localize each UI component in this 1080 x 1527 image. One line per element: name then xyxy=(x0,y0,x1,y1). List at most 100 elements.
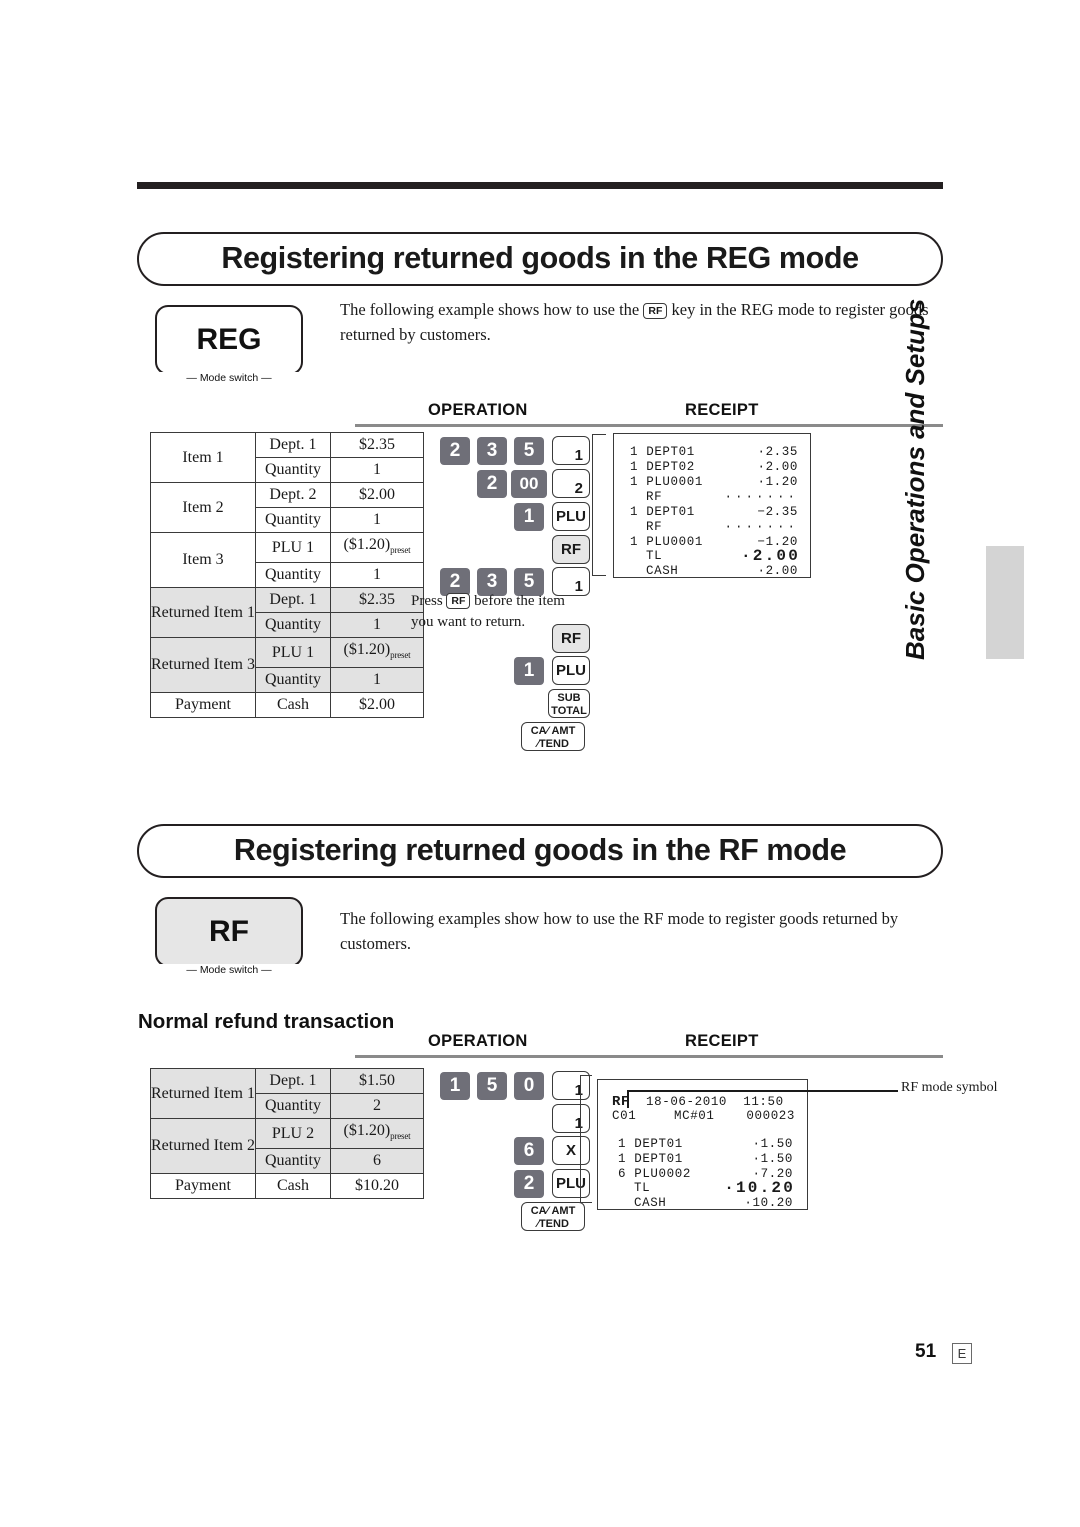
row-field: PLU 2 xyxy=(254,1117,331,1150)
mode-switch-label-rf: RF xyxy=(209,915,249,948)
row-value: 1 xyxy=(329,507,424,533)
operation-group-bracket-1 xyxy=(592,434,606,576)
row-field: PLU 1 xyxy=(254,531,331,564)
row-value: 1 xyxy=(329,612,424,639)
cash-amount-tender-key[interactable]: CA⁄ AMT ⁄TEND xyxy=(521,722,585,751)
mode-switch-reg: REG — Mode switch — xyxy=(155,305,303,384)
rf-key[interactable]: RF xyxy=(552,624,590,653)
mode-switch-caption-rf: — Mode switch — xyxy=(157,964,301,976)
receipt-amount: ·1.20 xyxy=(757,475,798,489)
receipt-machine-no: MC#01 xyxy=(674,1109,715,1123)
row-field: Quantity xyxy=(254,457,331,483)
row-value: $2.35 xyxy=(329,432,424,458)
numeric-key[interactable]: 6 xyxy=(514,1137,544,1165)
plu-key[interactable]: PLU xyxy=(552,502,590,531)
language-code-badge: E xyxy=(952,1343,972,1364)
table-row: Returned Item 1 Dept. 1 $1.50 xyxy=(150,1068,424,1119)
table-row: Returned Item 1 Dept. 1 $2.35 xyxy=(150,587,424,639)
section-banner-rf: Registering returned goods in the RF mod… xyxy=(137,824,943,878)
rf-key-inline-icon: RF xyxy=(446,593,471,609)
receipt-line: RF xyxy=(646,490,663,504)
numeric-key[interactable]: 5 xyxy=(514,437,544,465)
receipt-line: 1 PLU0001 xyxy=(630,535,703,549)
section-title-rf: Registering returned goods in the RF mod… xyxy=(233,833,847,867)
table-row: Returned Item 3 PLU 1 ($1.20)preset xyxy=(150,637,424,694)
receipt-amount: ·1.50 xyxy=(752,1137,793,1151)
row-field: Quantity xyxy=(254,562,331,589)
numeric-key[interactable]: 1 xyxy=(440,1072,470,1100)
receipt-amount: ·2.00 xyxy=(757,564,798,578)
table-row: Item 1 Dept. 1 $2.35 xyxy=(150,432,424,483)
row-field: PLU 1 xyxy=(254,637,331,669)
row-label: Returned Item 3 xyxy=(150,637,256,694)
row-field: Quantity xyxy=(254,612,331,639)
row-field: Dept. 1 xyxy=(254,432,331,458)
numeric-key[interactable]: 1 xyxy=(514,503,544,531)
receipt-clerk: C01 xyxy=(612,1109,637,1123)
receipt-line: CASH xyxy=(634,1196,667,1210)
receipt-panel-reg: 1 DEPT01 ·2.35 1 DEPT02 ·2.00 1 PLU0001 … xyxy=(613,433,811,578)
row-field: Dept. 1 xyxy=(254,1068,331,1094)
rf-key[interactable]: RF xyxy=(552,535,590,564)
section-banner-reg: Registering returned goods in the REG mo… xyxy=(137,232,943,286)
row-label: Item 2 xyxy=(150,482,256,533)
row-field: Dept. 1 xyxy=(254,587,331,614)
row-label: Payment xyxy=(150,692,256,719)
column-header-receipt-1: RECEIPT xyxy=(685,401,759,419)
top-divider-rule xyxy=(137,182,943,189)
plu-key[interactable]: PLU xyxy=(552,656,590,685)
column-header-rule-2 xyxy=(355,1055,943,1058)
table-row: Payment Cash $2.00 xyxy=(150,692,424,719)
intro-prefix-reg: The following example shows how to use t… xyxy=(340,300,640,319)
receipt-line: 1 PLU0001 xyxy=(630,475,703,489)
receipt-total-amount: ·10.20 xyxy=(724,1179,795,1197)
column-header-rule-1 xyxy=(355,424,943,427)
numeric-key[interactable]: 0 xyxy=(514,1072,544,1100)
numeric-key[interactable]: 2 xyxy=(514,1170,544,1198)
dept-key[interactable]: 2 xyxy=(552,469,590,498)
receipt-amount: −2.35 xyxy=(757,505,798,519)
section-intro-rf: The following examples show how to use t… xyxy=(340,909,899,953)
section-intro-reg: The following example shows how to use t… xyxy=(340,297,940,347)
mode-switch-caption-reg: — Mode switch — xyxy=(157,372,301,384)
receipt-amount: ·10.20 xyxy=(744,1196,793,1210)
receipt-total-amount: ·2.00 xyxy=(740,547,800,565)
receipt-amount: ·1.50 xyxy=(752,1152,793,1166)
receipt-line: 1 DEPT01 xyxy=(630,445,695,459)
row-label: Returned Item 1 xyxy=(150,587,256,639)
numeric-key[interactable]: 5 xyxy=(477,1072,507,1100)
spec-table-reg: Item 1 Dept. 1 $2.35 Quantity 1 Item 2 D… xyxy=(150,432,424,719)
row-value: 2 xyxy=(329,1093,424,1119)
cash-amount-tender-key[interactable]: CA⁄ AMT ⁄TEND xyxy=(521,1202,585,1231)
row-label: Item 3 xyxy=(150,531,256,589)
row-value: 1 xyxy=(329,457,424,483)
row-field: Quantity xyxy=(254,1093,331,1119)
row-value: 1 xyxy=(329,667,424,694)
receipt-line: 1 DEPT01 xyxy=(618,1152,683,1166)
table-row: Item 2 Dept. 2 $2.00 xyxy=(150,482,424,533)
receipt-amount: ······· xyxy=(724,490,798,504)
receipt-line: CASH xyxy=(646,564,679,578)
receipt-line: 1 DEPT01 xyxy=(618,1137,683,1151)
numeric-key[interactable]: 2 xyxy=(477,470,507,498)
receipt-panel-rf: RF 18-06-2010 11:50 C01 MC#01 000023 1 D… xyxy=(597,1079,808,1210)
column-header-operation-1: OPERATION xyxy=(428,401,528,419)
numeric-key[interactable]: 3 xyxy=(477,437,507,465)
row-field: Quantity xyxy=(254,1148,331,1175)
row-value: ($1.20)preset xyxy=(329,1117,424,1150)
receipt-line: 6 PLU0002 xyxy=(618,1167,691,1181)
dept-key[interactable]: 1 xyxy=(552,436,590,465)
column-header-operation-2: OPERATION xyxy=(428,1032,528,1050)
row-label: Returned Item 2 xyxy=(150,1117,256,1175)
row-label: Payment xyxy=(150,1173,256,1200)
row-value: $2.35 xyxy=(329,587,424,614)
spec-table-rf: Returned Item 1 Dept. 1 $1.50 Quantity 2… xyxy=(150,1068,424,1200)
numeric-key[interactable]: 2 xyxy=(440,437,470,465)
column-header-receipt-2: RECEIPT xyxy=(685,1032,759,1050)
callout-leader-extension xyxy=(811,1090,898,1092)
subtotal-key[interactable]: SUB TOTAL xyxy=(548,689,590,718)
row-value: 1 xyxy=(329,562,424,589)
numeric-key-double-zero[interactable]: 00 xyxy=(511,470,547,498)
numeric-key[interactable]: 1 xyxy=(514,657,544,685)
receipt-mode-symbol: RF 18-06-2010 11:50 xyxy=(612,1094,784,1110)
